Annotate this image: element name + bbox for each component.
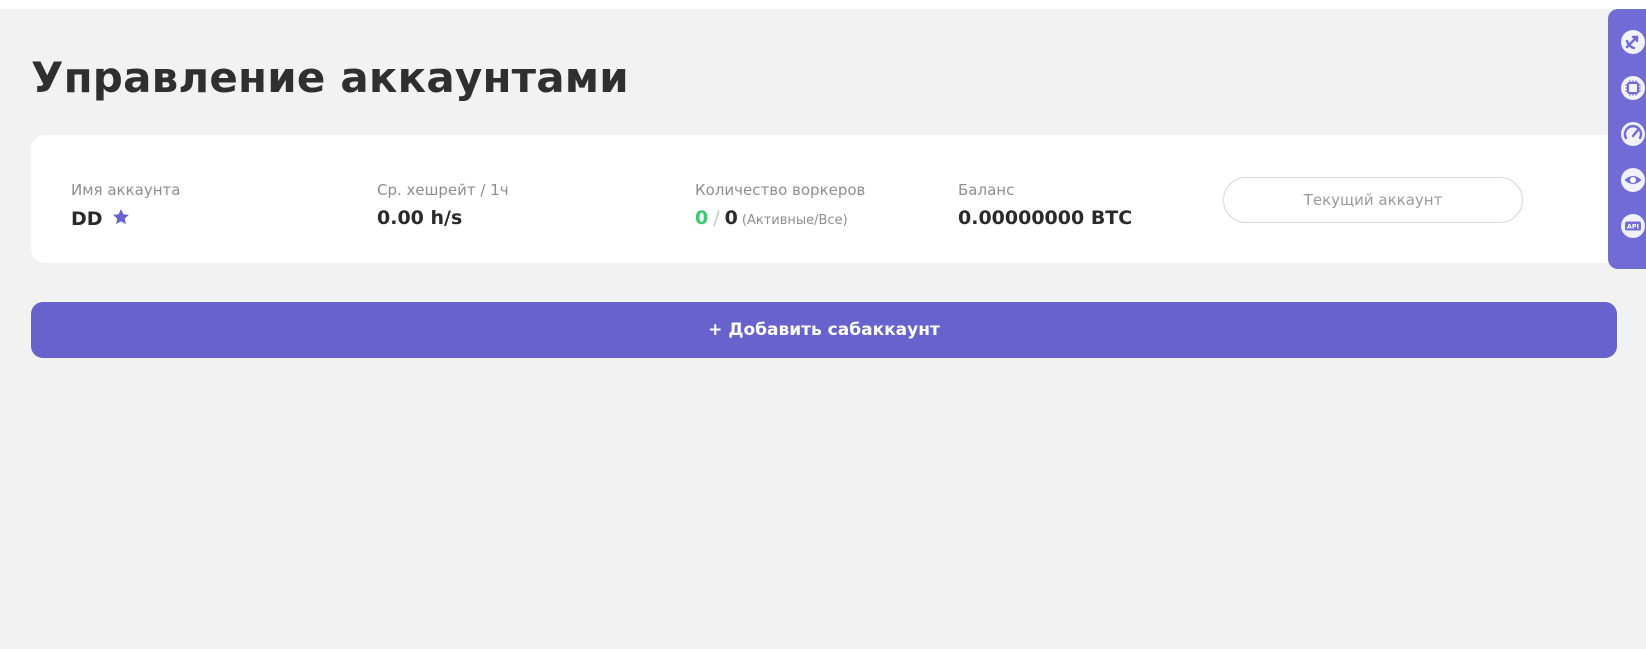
speedometer-icon[interactable] <box>1620 121 1646 147</box>
api-icon[interactable]: API <box>1620 213 1646 239</box>
star-icon[interactable] <box>111 207 131 227</box>
eye-icon[interactable] <box>1620 167 1646 193</box>
account-card: Имя аккаунта DD Ср. хешрейт / 1ч 0.00 h/… <box>31 135 1621 263</box>
balance-label: Баланс <box>958 181 1015 199</box>
account-name-label: Имя аккаунта <box>71 181 181 199</box>
workers-label: Количество воркеров <box>695 181 866 199</box>
balance-value: 0.00000000 BTC <box>958 207 1133 229</box>
page-content: Управление аккаунтами Имя аккаунта DD Ср… <box>0 9 1646 649</box>
hashrate-value: 0.00 h/s <box>377 207 463 229</box>
workers-total-count: 0 <box>724 207 738 229</box>
pool-icon[interactable] <box>1620 29 1646 55</box>
page-title: Управление аккаунтами <box>31 53 629 102</box>
hashrate-label: Ср. хешрейт / 1ч <box>377 181 509 199</box>
chip-icon[interactable] <box>1620 75 1646 101</box>
account-name-value: DD <box>71 208 103 230</box>
balance-column: Баланс 0.00000000 BTC <box>958 181 1132 229</box>
api-icon-text: API <box>1627 223 1639 231</box>
workers-separator: / <box>713 207 720 229</box>
current-account-button[interactable]: Текущий аккаунт <box>1223 177 1523 223</box>
hashrate-column: Ср. хешрейт / 1ч 0.00 h/s <box>377 181 509 229</box>
sidebar-panel: API <box>1608 9 1646 269</box>
workers-column: Количество воркеров 0/0 (Активные/Все) <box>695 181 865 229</box>
workers-hint: (Активные/Все) <box>741 213 848 228</box>
account-name-column: Имя аккаунта DD <box>71 181 180 230</box>
add-subaccount-button[interactable]: + Добавить сабаккаунт <box>31 302 1617 358</box>
workers-active-count: 0 <box>695 207 709 229</box>
